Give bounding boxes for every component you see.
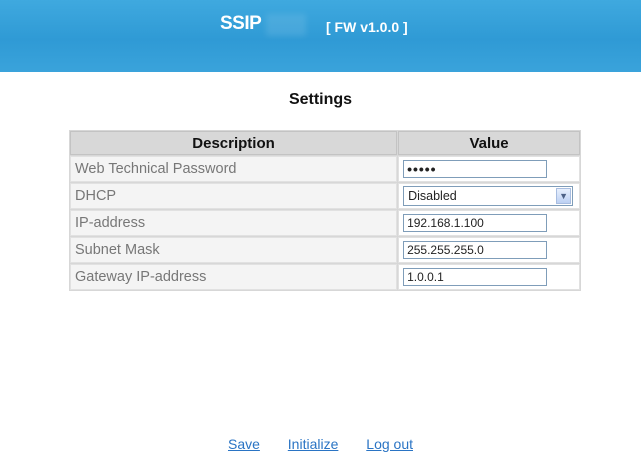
logout-link[interactable]: Log out: [366, 436, 413, 452]
row-label-ip-address: IP-address: [70, 210, 398, 236]
row-label-password: Web Technical Password: [70, 156, 398, 182]
settings-table: Description Value Web Technical Password…: [69, 130, 581, 291]
brand-title: SSIP: [220, 13, 262, 34]
column-header-description: Description: [70, 131, 398, 155]
footer-links: Save Initialize Log out: [0, 436, 641, 452]
row-value-cell: 255.255.255.0: [398, 237, 580, 263]
row-label-dhcp: DHCP: [70, 183, 398, 209]
table-row: Gateway IP-address 1.0.0.1: [70, 264, 580, 290]
header-bar: SSIP [ FW v1.0.0 ]: [0, 0, 641, 72]
table-row: Web Technical Password •••••: [70, 156, 580, 182]
ip-address-field[interactable]: 192.168.1.100: [403, 214, 548, 232]
row-value-cell: •••••: [398, 156, 580, 182]
save-link[interactable]: Save: [228, 436, 260, 452]
subnet-mask-field[interactable]: 255.255.255.0: [403, 241, 548, 259]
table-header-row: Description Value: [70, 131, 580, 155]
chevron-down-icon[interactable]: ▼: [556, 188, 572, 204]
row-label-gateway: Gateway IP-address: [70, 264, 398, 290]
firmware-version: [ FW v1.0.0 ]: [326, 19, 408, 35]
page-title: Settings: [288, 91, 353, 108]
row-label-subnet-mask: Subnet Mask: [70, 237, 398, 263]
table-row: Subnet Mask 255.255.255.0: [70, 237, 580, 263]
table-row: IP-address 192.168.1.100: [70, 210, 580, 236]
row-value-cell: Disabled ▼: [398, 183, 580, 209]
password-field[interactable]: •••••: [403, 160, 548, 178]
column-header-value: Value: [398, 131, 580, 155]
table-row: DHCP Disabled ▼: [70, 183, 580, 209]
gateway-ip-field[interactable]: 1.0.0.1: [403, 268, 548, 286]
dhcp-select[interactable]: Disabled ▼: [403, 186, 574, 206]
row-value-cell: 1.0.0.1: [398, 264, 580, 290]
brand-redaction: [266, 14, 306, 36]
row-value-cell: 192.168.1.100: [398, 210, 580, 236]
dhcp-select-value: Disabled: [408, 189, 457, 203]
initialize-link[interactable]: Initialize: [288, 436, 339, 452]
